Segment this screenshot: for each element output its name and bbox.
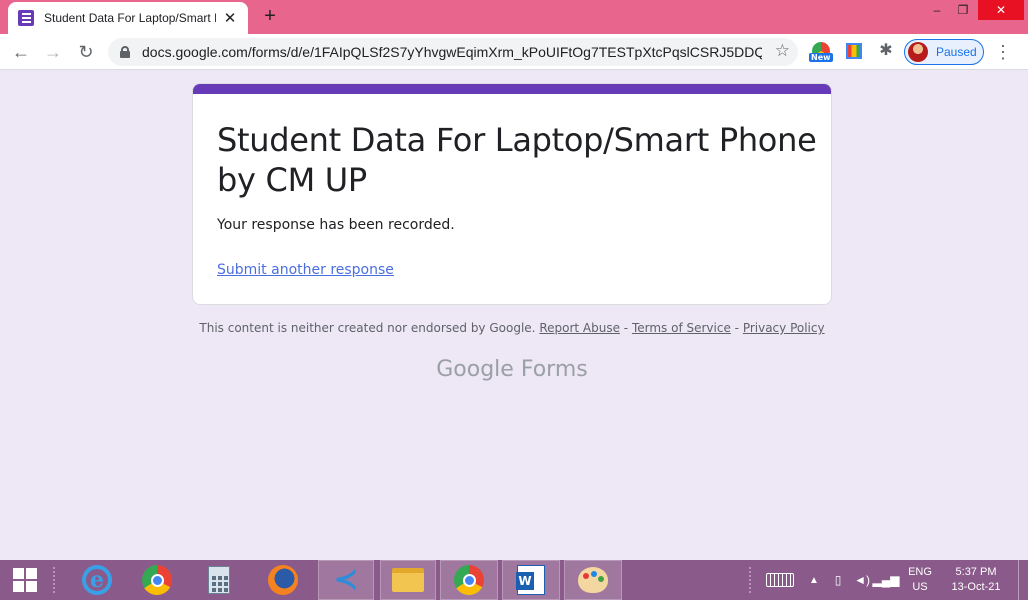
extension-icon[interactable]: New	[809, 42, 833, 62]
confirmation-message: Your response has been recorded.	[217, 217, 455, 233]
new-tab-button[interactable]: +	[260, 6, 280, 26]
network-icon[interactable]: ▂▄▆	[873, 560, 900, 600]
reload-icon[interactable]: ↻	[74, 40, 98, 64]
forward-icon[interactable]: →	[41, 40, 65, 64]
chrome-icon	[454, 565, 484, 595]
vscode-icon: ≺	[333, 562, 359, 597]
form-card: Student Data For Laptop/Smart Phone by C…	[192, 83, 832, 305]
clock[interactable]: 5:37 PM 13-Oct-21	[946, 560, 1006, 600]
taskbar-chrome-active[interactable]	[440, 560, 498, 600]
taskbar-word[interactable]: W	[502, 560, 560, 600]
form-accent-bar	[193, 84, 831, 94]
back-icon[interactable]: ←	[9, 40, 33, 64]
separator: -	[619, 321, 632, 335]
windows-taskbar: e ≺ W ▲ ▯ ◄) ▂▄▆ ENG US 5:37 PM 13-Oct-2…	[0, 560, 1028, 600]
battery-icon[interactable]: ▯	[830, 560, 846, 600]
google-forms-logo[interactable]: Google Forms	[0, 357, 1024, 382]
taskbar-paint[interactable]	[564, 560, 622, 600]
folder-icon	[392, 568, 424, 592]
clock-date: 13-Oct-21	[951, 581, 1001, 593]
browser-toolbar: ← → ↻ docs.google.com/forms/d/e/1FAIpQLS…	[0, 34, 1028, 70]
submit-another-link[interactable]: Submit another response	[217, 262, 394, 278]
volume-icon[interactable]: ◄)	[854, 560, 870, 600]
profile-status: Paused	[936, 45, 977, 59]
taskbar-internet-explorer[interactable]: e	[70, 560, 124, 600]
star-icon[interactable]: ☆	[775, 41, 790, 61]
internet-explorer-icon: e	[82, 565, 112, 595]
window-close-button[interactable]: ✕	[978, 0, 1024, 20]
address-url[interactable]: docs.google.com/forms/d/e/1FAIpQLSf2S7yY…	[142, 44, 762, 60]
window-restore-button[interactable]: ❐	[948, 0, 978, 20]
brand-google: Google	[436, 357, 514, 382]
color-extension-icon[interactable]	[845, 42, 863, 60]
taskbar-vscode[interactable]: ≺	[318, 560, 374, 600]
terms-link[interactable]: Terms of Service	[632, 321, 731, 335]
disclaimer-text: This content is neither created nor endo…	[199, 321, 536, 335]
tab-close-icon[interactable]: ✕	[222, 9, 238, 27]
region-label: US	[912, 581, 928, 593]
lock-icon[interactable]	[120, 46, 130, 58]
clock-time: 5:37 PM	[955, 566, 997, 578]
taskbar-calculator[interactable]	[192, 560, 246, 600]
tab-title: Student Data For Laptop/Smart Phone by C…	[44, 11, 216, 25]
touch-keyboard-icon[interactable]	[766, 560, 796, 600]
word-icon: W	[516, 565, 545, 595]
language-indicator[interactable]: ENG US	[904, 560, 936, 600]
puzzle-icon[interactable]: ✱	[877, 42, 895, 60]
start-button[interactable]	[0, 560, 50, 600]
paint-icon	[578, 567, 608, 593]
taskbar-firefox[interactable]	[256, 560, 310, 600]
address-bar[interactable]: docs.google.com/forms/d/e/1FAIpQLSf2S7yY…	[108, 38, 798, 66]
tray-grip[interactable]	[748, 566, 752, 594]
chrome-icon	[142, 565, 172, 595]
report-abuse-link[interactable]: Report Abuse	[539, 321, 620, 335]
separator: -	[730, 321, 743, 335]
google-forms-favicon-icon	[18, 10, 34, 26]
taskbar-file-explorer[interactable]	[380, 560, 436, 600]
taskbar-chrome[interactable]	[130, 560, 184, 600]
windows-logo-icon	[13, 568, 37, 592]
calculator-icon	[208, 566, 230, 594]
show-desktop-button[interactable]	[1018, 560, 1028, 600]
form-title: Student Data For Laptop/Smart Phone by C…	[217, 121, 817, 199]
firefox-icon	[268, 565, 298, 595]
extension-new-badge: New	[809, 53, 833, 62]
language-label: ENG	[908, 566, 932, 578]
profile-button[interactable]: Paused	[904, 39, 984, 65]
privacy-link[interactable]: Privacy Policy	[743, 321, 825, 335]
menu-icon[interactable]: ⋮	[994, 42, 1012, 62]
footer-disclaimer: This content is neither created nor endo…	[0, 321, 1024, 335]
browser-tabstrip: Student Data For Laptop/Smart Phone by C…	[0, 0, 1028, 34]
tray-overflow-icon[interactable]: ▲	[808, 560, 820, 600]
brand-forms: Forms	[520, 357, 588, 382]
avatar	[908, 42, 928, 62]
taskbar-grip[interactable]	[52, 566, 56, 594]
browser-tab[interactable]: Student Data For Laptop/Smart Phone by C…	[8, 2, 248, 34]
